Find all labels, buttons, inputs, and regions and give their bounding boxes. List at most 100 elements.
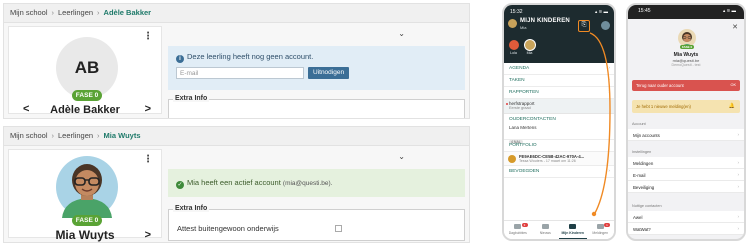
unread-dot-icon — [506, 103, 508, 105]
tab-label: Nieuws — [539, 231, 551, 235]
more-options-icon[interactable]: ⋮ — [143, 155, 153, 165]
bubble-icon — [514, 224, 522, 229]
tab-nieuws[interactable]: Nieuws — [532, 221, 560, 239]
no-account-message: Deze leerling heeft nog geen account. — [187, 52, 314, 61]
check-icon: ✓ — [176, 181, 184, 189]
attest-checkbox[interactable] — [335, 225, 342, 232]
row-label: Mijn accounts — [633, 132, 660, 138]
collapse-chevron-icon[interactable]: ⌄ — [398, 29, 405, 38]
breadcrumb-current: Mia Wuyts — [103, 131, 141, 140]
close-icon[interactable]: ✕ — [732, 23, 738, 31]
list-item-portfolio[interactable]: PORTFOLIO — [504, 140, 614, 152]
banner-badge: OK — [730, 83, 737, 87]
menu-row-security[interactable]: Beveiliging › — [628, 181, 744, 193]
list-item-taken[interactable]: TAKEN › — [504, 75, 614, 87]
banner-label: Je hebt 1 nieuwe melding(en) — [636, 104, 691, 109]
row-label: E-mail — [633, 172, 646, 178]
page-title: MIJN KINDEREN — [520, 18, 570, 24]
attest-label: Attest buitengewoon onderwijs — [177, 224, 279, 233]
section-list: AGENDA › TAKEN › RAPPORTEN › herfstrapport … — [504, 63, 614, 178]
no-account-alert: i Deze leerling heeft nog geen account. E… — [168, 46, 465, 90]
list-item-rapporten[interactable]: RAPPORTEN › — [504, 87, 614, 99]
account-email: (mia@questi.be). — [282, 180, 333, 187]
extra-info-fieldset: Extra Info Attest buitengewoon onderwijs — [168, 205, 465, 241]
breadcrumb-students[interactable]: Leerlingen — [58, 8, 93, 17]
student-content: ⌄ ✓ Mia heeft een actief account (mia@que… — [168, 149, 465, 241]
extra-info-fieldset: Extra Info — [168, 95, 465, 118]
child-lola[interactable]: Lola — [508, 40, 519, 55]
tab-badge: 3 — [521, 223, 528, 227]
active-account-message: Mia heeft een actief account — [187, 178, 281, 187]
list-item-agenda[interactable]: AGENDA › — [504, 63, 614, 75]
status-time: 15:45 — [638, 8, 651, 14]
email-input[interactable]: E-mail — [176, 67, 304, 79]
student-name: Adèle Bakker — [50, 104, 120, 116]
bell-icon: 🔔 — [728, 103, 735, 109]
children-icon — [569, 224, 577, 229]
menu-row-my-accounts[interactable]: Mijn accounts › — [628, 129, 744, 141]
tab-meldingen[interactable]: 1 Meldingen — [587, 221, 615, 239]
info-icon: i — [176, 55, 184, 63]
breadcrumb-school[interactable]: Mijn school — [10, 131, 48, 140]
section-title-account: Account — [632, 122, 646, 126]
item-label: BEVOEGDEN — [509, 169, 540, 174]
menu-row-awel[interactable]: Awel › — [628, 211, 744, 223]
row-label: Meldingen — [633, 160, 654, 166]
tab-label: Mijn Kinderen — [561, 231, 584, 235]
chevron-right-icon: › — [737, 172, 740, 177]
parent-avatar[interactable] — [508, 19, 517, 28]
menu-row-watwat[interactable]: WatWat? › — [628, 223, 744, 235]
back-to-parent-banner[interactable]: Terug naar ouder account OK — [632, 80, 740, 91]
student-panel-adele: Mijn school › Leerlingen › Adèle Bakker ⋮ AB… — [3, 3, 470, 119]
invite-button[interactable]: Uitnodigen — [308, 67, 350, 79]
news-icon — [541, 224, 549, 229]
section-title-contacts: Nuttige contacten — [632, 204, 662, 208]
breadcrumb-school[interactable]: Mijn school — [10, 8, 48, 17]
next-student-arrow-icon[interactable]: > — [145, 230, 151, 241]
next-student-arrow-icon[interactable]: > — [145, 104, 151, 115]
section-title-settings: Instellingen — [632, 150, 652, 154]
item-label: AGENDA — [509, 66, 530, 71]
document-icon — [508, 155, 516, 163]
item-label: TAKEN — [509, 78, 525, 83]
chevron-right-icon: › — [608, 66, 610, 71]
tab-mijn-kinderen[interactable]: Mijn Kinderen — [559, 221, 587, 239]
status-icons: ▴ ≋ ▬ — [722, 8, 736, 13]
notifications-banner[interactable]: Je hebt 1 nieuwe melding(en) 🔔 — [632, 100, 740, 113]
student-content: ⌄ i Deze leerling heeft nog geen account.… — [168, 26, 465, 118]
child-mia[interactable]: Mia — [524, 40, 535, 55]
document-meta: Tessa Wouters - 17 maart om 11:26 — [519, 159, 576, 163]
breadcrumb-students[interactable]: Leerlingen — [58, 131, 93, 140]
menu-row-notifications[interactable]: Meldingen › — [628, 157, 744, 169]
extra-info-legend: Extra Info — [173, 205, 210, 212]
chevron-right-icon: › — [737, 184, 740, 189]
breadcrumb: Mijn school › Leerlingen › Adèle Bakker — [4, 4, 469, 23]
phone-header: 15:32 ▴ ≋ ▬ MIJN KINDEREN Mia ⎘ Lola Mia — [504, 5, 614, 63]
list-item-bevoegden[interactable]: BEVOEGDEN › — [504, 166, 614, 178]
status-time: 15:32 — [510, 9, 523, 15]
student-card: ⋮ AB FASE 0 < Adèle Bakker > — [8, 26, 162, 116]
portfolio-document[interactable]: FE9AE6DC-CE5B-42AC-970A-4... Tessa Woute… — [504, 152, 614, 166]
status-bar: 15:45 ▴ ≋ ▬ — [628, 5, 744, 19]
fase-badge: FASE 0 — [680, 45, 694, 49]
tab-dagbubbles[interactable]: 3 Dagbubbles — [504, 221, 532, 239]
active-account-alert: ✓ Mia heeft een actief account (mia@quest… — [168, 169, 465, 197]
edit-icon[interactable]: ⎘ — [578, 20, 590, 32]
collapse-chevron-icon[interactable]: ⌄ — [398, 152, 405, 161]
row-label: WatWat? — [633, 226, 651, 232]
student-card: ⋮ FASE 0 Mia Wuyts > — [8, 149, 162, 242]
active-tab-indicator — [559, 237, 587, 239]
more-options-icon[interactable]: ⋮ — [143, 32, 153, 42]
account-avatar[interactable] — [601, 21, 610, 30]
child-avatar — [508, 40, 519, 50]
chevron-right-icon: › — [608, 90, 610, 95]
extra-info-legend: Extra Info — [173, 95, 210, 102]
selected-child: Mia — [520, 25, 527, 30]
chevron-right-icon: › — [608, 169, 610, 174]
contact-name[interactable]: Lana Mertens — [509, 125, 609, 130]
children-switcher: Lola Mia — [508, 40, 535, 55]
contacts-header: OUDERCONTACTEN — [509, 117, 556, 122]
item-label: PORTFOLIO — [509, 143, 537, 148]
report-entry[interactable]: herfstrapport Eerste graad — [504, 99, 614, 114]
menu-row-email[interactable]: E-mail › — [628, 169, 744, 181]
